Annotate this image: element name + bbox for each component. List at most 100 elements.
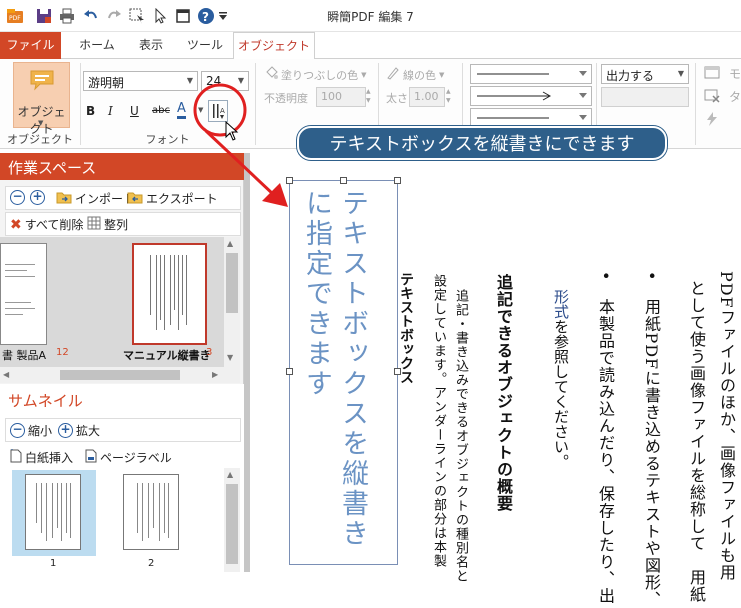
opacity-input[interactable]: 100 [316,87,366,107]
scroll-down-icon[interactable]: ▼ [227,353,233,362]
delete-all-label: すべて削除 [24,218,84,232]
line-style-select[interactable] [470,64,592,84]
resize-handle[interactable] [286,368,293,375]
resize-handle[interactable] [394,177,401,184]
doc-column: • 本製品で読み込んだり、保存したり、出 [596,271,615,605]
resize-handle[interactable] [394,368,401,375]
page-number: 1 [50,558,57,569]
arrow-style-select[interactable] [470,86,592,106]
underline-button[interactable]: U [130,104,139,118]
tab-view[interactable]: 表示 [126,32,176,59]
ribbon-separator [695,63,696,145]
grid-icon [87,216,101,233]
insert-blank-button[interactable]: 白紙挿入 [10,449,73,466]
object-dropdown-icon: ▼ [38,119,44,127]
scrollbar-thumb[interactable] [226,253,238,313]
doc-link[interactable]: 形式 [552,289,570,319]
document-list-scrollbar[interactable]: ▲ ▼ [224,237,240,367]
chevron-down-icon: ▼ [439,70,445,79]
page-number: 2 [148,558,155,569]
output-select[interactable]: 出力する ▼ [601,64,689,84]
shrink-label: 縮小 [28,424,53,438]
doc-column: PDFファイルのほか、画像ファイルも用 [717,271,736,581]
folder-import-icon [56,190,72,207]
speech-bubble-icon [29,69,55,94]
insert-blank-label: 白紙挿入 [25,451,74,465]
thumbnail-scrollbar[interactable]: ▲ [224,468,240,572]
import-label: インポート [75,192,136,206]
scroll-up-icon[interactable]: ▲ [227,239,233,248]
plus-icon[interactable]: + [30,190,45,205]
shrink-button[interactable]: − 縮小 [10,422,52,439]
page-label-label: ページラベル [100,451,172,465]
truncated-label: モ [729,67,741,81]
output-extra-box [601,87,689,107]
tab-tools[interactable]: ツール [178,32,232,59]
tab-home[interactable]: ホーム [68,32,126,59]
tab-object[interactable]: オブジェクト [233,32,315,60]
strikethrough-button[interactable]: abc [152,105,170,116]
doc-column: • 用紙PDFに書き込めるテキストや図形、 [642,271,661,608]
import-button[interactable]: インポート [56,190,135,207]
output-value: 出力する [606,69,655,83]
document-page-count: 12 [56,347,69,358]
title-bar: PDF ? 瞬簡PDF 編集 7 [0,0,741,32]
thickness-spinner-icon[interactable]: ▲ ▼ [446,87,456,107]
fill-color-button[interactable]: 塗りつぶしの色 ▼ [264,66,367,83]
page-label-button[interactable]: ページラベル [85,449,172,466]
thickness-label: 太さ [386,92,408,105]
doc-column: として使う画像ファイルを総称して 用紙 [687,280,706,603]
document-list: 書 製品A 12 マニュアル縦書き 3 [0,237,240,367]
arrange-button[interactable]: 整列 [87,216,128,233]
page-image [25,474,81,550]
doc-column-text: を参照してください。 [552,319,570,469]
resize-handle[interactable] [340,177,347,184]
pointer-arrow [196,125,306,215]
page-thumbnail[interactable] [123,474,179,550]
enlarge-button[interactable]: + 拡大 [58,422,100,439]
minus-icon[interactable]: − [10,190,25,205]
enlarge-label: 拡大 [76,424,101,438]
delete-all-button[interactable]: ✖ すべて削除 [10,216,83,233]
font-color-button[interactable]: A [177,102,186,119]
font-name-select[interactable]: 游明朝 ▼ [83,71,198,91]
blank-page-icon [10,449,22,466]
app-title: 瞬簡PDF 編集 7 [327,10,414,24]
paint-bucket-icon [264,66,278,83]
text-box-selected[interactable]: テキストボックスを縦書き に指定できます [289,180,398,565]
italic-button[interactable]: I [108,104,113,118]
scroll-left-icon[interactable]: ◀ [3,370,9,379]
tab-file[interactable]: ファイル [0,32,61,59]
hscrollbar-thumb[interactable] [60,370,180,380]
frame-icon[interactable] [704,66,720,83]
opacity-spinner-icon[interactable]: ▲ ▼ [366,87,376,107]
doc-column: 設定しています。アンダーラインの部分は本製 [431,274,446,568]
scroll-up-icon[interactable]: ▲ [227,470,233,479]
line-color-button[interactable]: 線の色 ▼ [386,66,444,83]
dash-style-select[interactable] [470,108,592,128]
scrollbar-thumb[interactable] [226,484,238,564]
doc-column-link: 形式を参照してください。 [551,289,572,469]
plus-icon: + [58,423,73,438]
folder-export-icon [127,190,143,207]
thumbnail-list: 1 2 [0,468,240,572]
thumbnail-title: サムネイル [8,392,83,410]
truncated-label: タ [729,90,741,104]
document-list-hscrollbar[interactable]: ◀ ▶ [0,367,240,383]
lightning-icon[interactable] [706,112,718,129]
object-button[interactable]: オブジェクト ▼ [13,62,70,136]
document-canvas[interactable]: PDFファイルのほか、画像ファイルも用 として使う画像ファイルを総称して 用紙 … [250,153,741,608]
object-group-label: オブジェクト [7,133,73,146]
document-thumbnail-selected[interactable] [132,243,207,345]
delete-x-icon: ✖ [10,216,22,233]
pen-icon [386,66,400,83]
bold-button[interactable]: B [86,104,95,118]
thickness-input[interactable]: 1.00 [409,87,445,107]
document-thumbnail[interactable] [0,243,47,345]
page-thumbnail-selected[interactable] [12,470,96,556]
delete-frame-icon[interactable] [704,89,720,106]
scroll-right-icon[interactable]: ▶ [212,370,218,379]
callout-banner: テキストボックスを縦書きにできます [297,126,667,160]
text-box-column: に指定できます [301,189,332,399]
font-name-value: 游明朝 [88,76,125,90]
